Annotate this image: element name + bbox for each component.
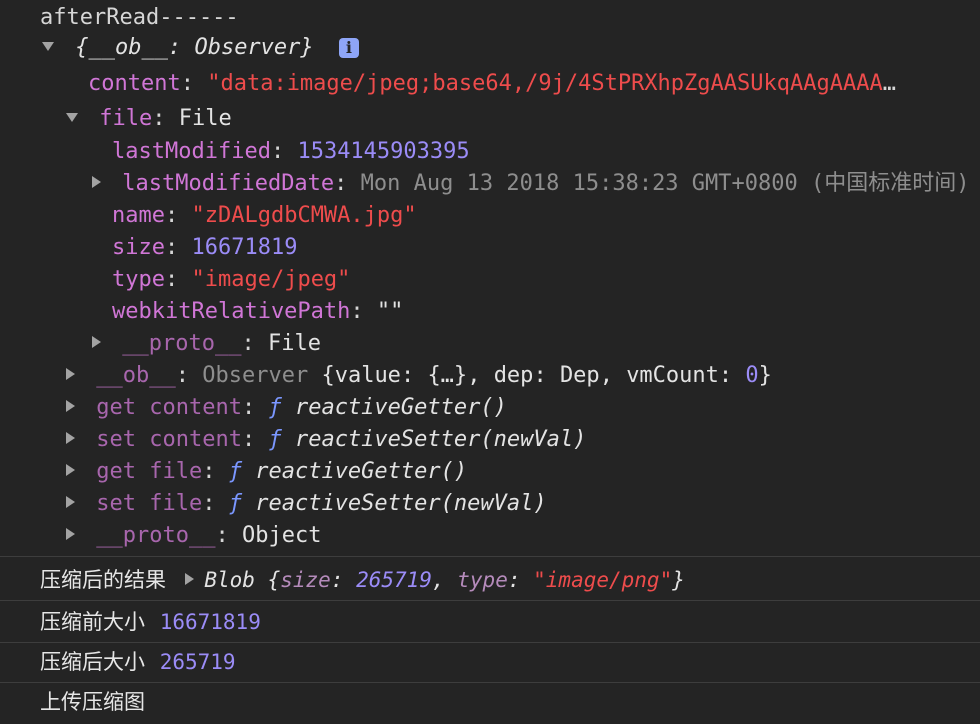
prop-file-row[interactable]: file: File (66, 103, 980, 135)
blob-size-val: 265719 (356, 568, 432, 592)
log-divider (0, 642, 980, 643)
blob-size-key: size (280, 568, 331, 592)
ob-dep-val: Dep (559, 363, 600, 388)
prop-key: __proto__ (122, 331, 242, 356)
log-divider (0, 600, 980, 601)
func-name: reactiveSetter(newVal) (255, 491, 547, 516)
prop-proto-file-row[interactable]: __proto__: File (92, 328, 980, 360)
info-icon[interactable]: i (338, 38, 359, 58)
function-icon: ƒ (228, 491, 242, 516)
log-upload: 上传压缩图 (40, 686, 980, 718)
prop-key: file (99, 106, 153, 131)
ob-vm-val: 0 (745, 363, 759, 388)
prop-webkitrelativepath-row: webkitRelativePath: "" (112, 299, 404, 324)
prop-ob-row[interactable]: __ob__: Observer {value: {…}, dep: Dep, … (66, 360, 980, 392)
prop-key: lastModified (112, 139, 271, 164)
prop-key: type (112, 267, 165, 292)
prop-set-file-row[interactable]: set file: ƒ reactiveSetter(newVal) (66, 488, 980, 520)
ob-dep-key: dep (493, 363, 534, 388)
prop-key: __ob__ (96, 363, 176, 388)
expand-arrow-icon[interactable] (66, 112, 78, 122)
prop-key: set file (96, 491, 203, 516)
prop-value: 1534145903395 (297, 139, 470, 164)
blob-type-val: "image/png" (533, 568, 673, 592)
prop-get-content-row[interactable]: get content: ƒ reactiveGetter() (66, 392, 980, 424)
log-after-size: 压缩后大小 265719 (40, 646, 980, 678)
prop-key: get content (96, 395, 242, 420)
expand-arrow-icon[interactable] (66, 400, 75, 412)
expand-arrow-icon[interactable] (66, 528, 75, 540)
prop-key: set content (96, 427, 242, 452)
prop-key: webkitRelativePath (112, 299, 351, 324)
log-before-size: 压缩前大小 16671819 (40, 606, 980, 638)
prop-type: Observer (202, 363, 309, 388)
prop-value: Mon Aug 13 2018 15:38:23 GMT+0800 (中国标准时… (360, 171, 970, 196)
log-label: 压缩后大小 (40, 650, 145, 674)
ob-value-key: value (334, 363, 401, 388)
function-icon: ƒ (268, 427, 282, 452)
ob-value-val: {…} (427, 363, 468, 388)
func-name: reactiveGetter() (294, 395, 507, 420)
log-divider (0, 556, 980, 557)
expand-arrow-icon[interactable] (42, 41, 54, 51)
log-number: 265719 (159, 650, 236, 674)
log-header-text: afterRead------ (40, 5, 239, 30)
prop-content-row: content: "data:image/jpeg;base64,/9j/4St… (88, 71, 896, 96)
ob-vm-key: vmCount (626, 363, 719, 388)
log-label: 压缩前大小 (40, 610, 145, 634)
log-compressed-result: 压缩后的结果 Blob {size: 265719, type: "image/… (40, 568, 685, 592)
expand-arrow-icon[interactable] (92, 176, 101, 188)
log-number: 16671819 (159, 610, 261, 634)
log-label: 上传压缩图 (40, 690, 145, 714)
expand-arrow-icon[interactable] (184, 573, 194, 585)
prop-value: 16671819 (191, 235, 298, 260)
log-label: 压缩后的结果 (40, 568, 166, 592)
log-divider (0, 682, 980, 683)
blob-prefix: Blob { (204, 568, 281, 592)
object-root-summary: {__ob__: Observer} (75, 35, 314, 60)
blob-suffix: } (672, 568, 685, 592)
prop-set-content-row[interactable]: set content: ƒ reactiveSetter(newVal) (66, 424, 980, 456)
truncation-ellipsis: … (882, 71, 896, 96)
prop-key: lastModifiedDate (122, 171, 335, 196)
prop-key: name (112, 203, 165, 228)
prop-value: File (178, 106, 232, 131)
prop-lastmodifieddate-row[interactable]: lastModifiedDate: Mon Aug 13 2018 15:38:… (92, 168, 980, 200)
prop-type-row: type: "image/jpeg" (112, 267, 351, 292)
function-icon: ƒ (268, 395, 282, 420)
prop-value: "image/jpeg" (191, 267, 351, 292)
prop-value: "" (376, 299, 404, 324)
function-icon: ƒ (228, 459, 242, 484)
expand-arrow-icon[interactable] (92, 336, 101, 348)
prop-value: File (267, 331, 321, 356)
func-name: reactiveSetter(newVal) (294, 427, 587, 452)
prop-key: __proto__ (96, 523, 216, 548)
blob-type-key: type (457, 568, 508, 592)
log-header: afterRead------ (40, 2, 980, 34)
prop-name-row: name: "zDALgdbCMWA.jpg" (112, 203, 417, 228)
prop-value: "zDALgdbCMWA.jpg" (191, 203, 417, 228)
prop-key: content (88, 71, 181, 96)
prop-value: "data:image/jpeg;base64,/9j/4StPRXhpZgAA… (207, 71, 883, 96)
prop-lastmodified-row: lastModified: 1534145903395 (112, 139, 470, 164)
func-name: reactiveGetter() (255, 459, 468, 484)
prop-proto-object-row[interactable]: __proto__: Object (66, 520, 980, 552)
object-root-row[interactable]: {__ob__: Observer} i (42, 32, 980, 64)
expand-arrow-icon[interactable] (66, 464, 75, 476)
expand-arrow-icon[interactable] (66, 496, 75, 508)
prop-size-row: size: 16671819 (112, 235, 298, 260)
prop-key: get file (96, 459, 203, 484)
expand-arrow-icon[interactable] (66, 432, 75, 444)
expand-arrow-icon[interactable] (66, 368, 75, 380)
prop-value: Object (241, 523, 322, 548)
prop-key: size (112, 235, 165, 260)
prop-get-file-row[interactable]: get file: ƒ reactiveGetter() (66, 456, 980, 488)
